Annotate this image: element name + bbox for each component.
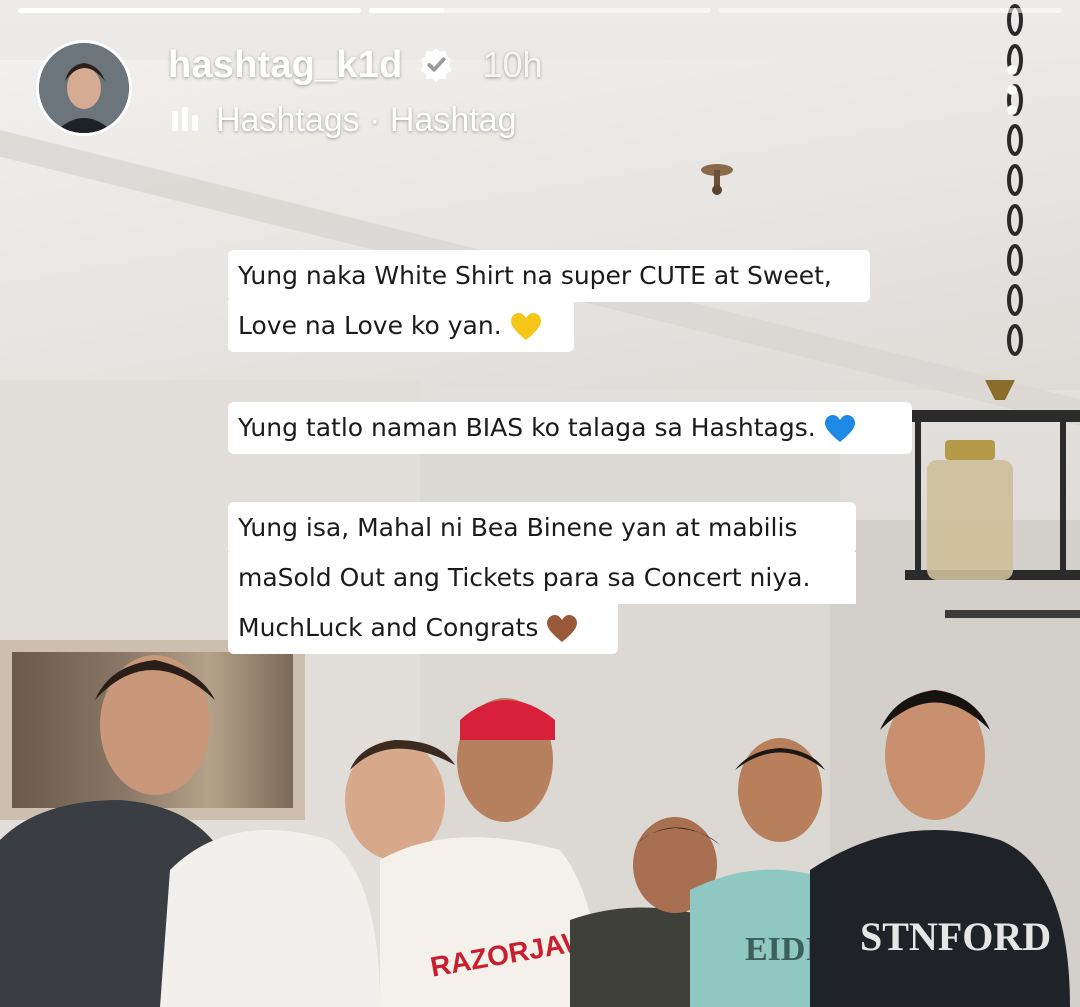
story-text-3-line-3: MuchLuck and Congrats: [228, 602, 618, 654]
group-photo-people: RAZORJAW EIDII STNFORD: [0, 655, 1070, 1007]
username[interactable]: hashtag_k1d: [168, 44, 403, 87]
story-text-1-line-1: Yung naka White Shirt na super CUTE at S…: [228, 250, 870, 302]
music-row[interactable]: Hashtags · Hashtag: [170, 98, 517, 142]
progress-segment: [719, 8, 1063, 13]
story-text-3-line-1: Yung isa, Mahal ni Bea Binene yan at mab…: [228, 502, 856, 554]
verified-badge-icon: [420, 47, 451, 83]
sprinkler-icon: [701, 164, 733, 195]
pendant-lamp: [905, 380, 1080, 618]
lamp-chain: [1007, 4, 1023, 356]
music-subtitle: Hashtags · Hashtag: [216, 100, 517, 139]
story-progress: [18, 8, 1063, 13]
music-bars-icon: [172, 107, 198, 131]
blue-heart-icon: [824, 415, 855, 442]
jacket-print: STNFORD: [860, 914, 1051, 959]
story-header: hashtag_k1d 10h: [168, 42, 543, 88]
post-time: 10h: [482, 44, 543, 85]
progress-segment: [18, 8, 361, 13]
story-text-1-line-2: Love na Love ko yan.: [228, 300, 574, 352]
yellow-heart-icon: [510, 313, 541, 340]
story-text-2: Yung tatlo naman BIAS ko talaga sa Hasht…: [228, 402, 912, 454]
more-vertical-icon[interactable]: [998, 62, 1026, 118]
avatar-image: [39, 43, 129, 133]
story-viewer[interactable]: RAZORJAW EIDII STNFORD hashtag_k1d 10h H…: [0, 0, 1080, 1007]
story-text-3-line-2: maSold Out ang Tickets para sa Concert n…: [228, 552, 856, 604]
brown-heart-icon: [547, 615, 578, 642]
avatar[interactable]: [36, 40, 132, 136]
progress-segment: [368, 8, 712, 13]
